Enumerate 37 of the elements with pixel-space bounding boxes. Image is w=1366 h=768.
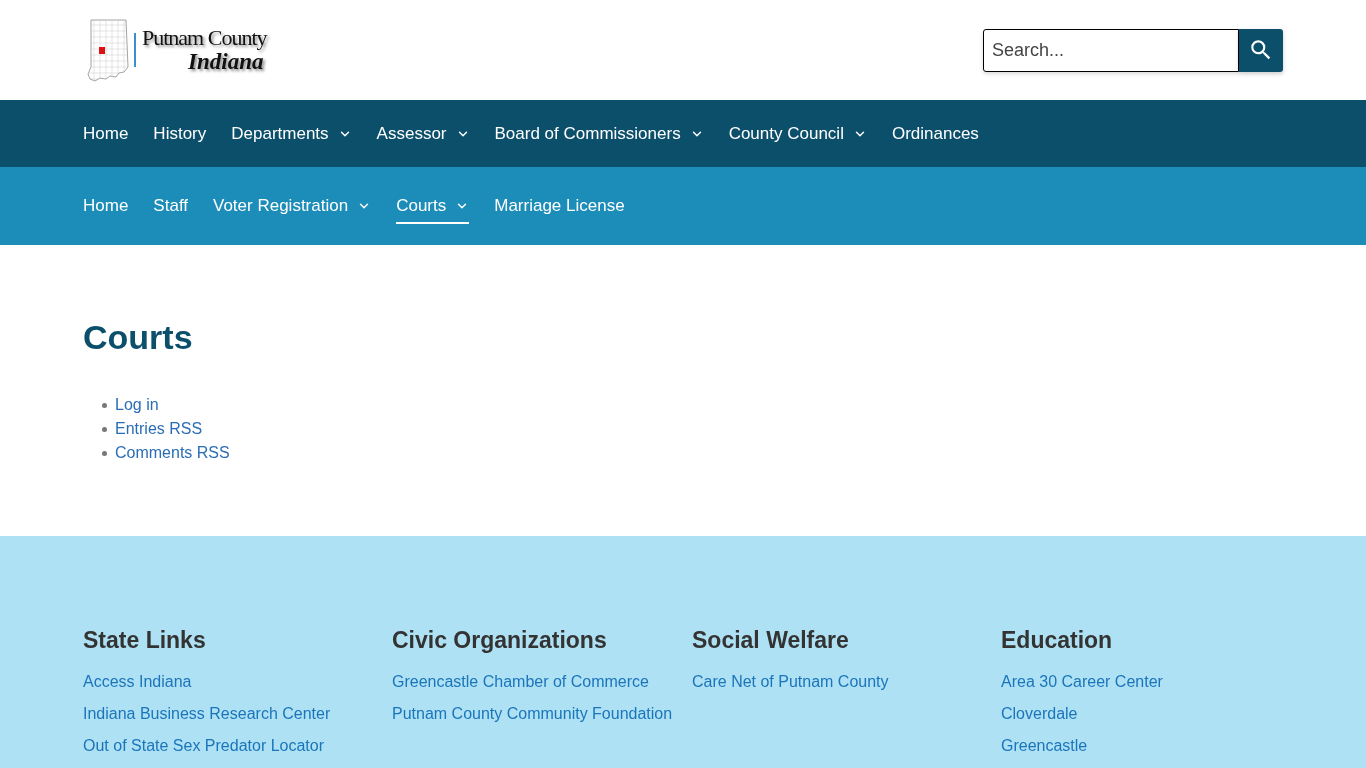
- nav-link[interactable]: History: [153, 115, 207, 152]
- footer-link[interactable]: Access Indiana: [83, 670, 192, 694]
- footer-link[interactable]: Greencastle Chamber of Commerce: [392, 670, 649, 694]
- nav-link[interactable]: Voter Registration: [213, 188, 372, 224]
- page-title: Courts: [83, 317, 193, 357]
- footer-heading: Social Welfare: [692, 626, 849, 655]
- footer-link[interactable]: Cloverdale: [1001, 702, 1078, 726]
- nav-link[interactable]: Ordinances: [891, 115, 979, 152]
- state-map-icon: [86, 17, 130, 83]
- nav-link[interactable]: County Council: [728, 115, 867, 152]
- meta-link[interactable]: Entries RSS: [115, 417, 203, 441]
- footer-link[interactable]: Care Net of Putnam County: [692, 670, 889, 694]
- footer-link[interactable]: Indiana Business Research Center: [83, 702, 331, 726]
- meta-link[interactable]: Comments RSS: [115, 441, 230, 465]
- bullet-icon: [102, 426, 107, 432]
- nav-link[interactable]: Board of Commissioners: [494, 115, 704, 152]
- logo-subtitle: Indiana: [188, 50, 264, 74]
- nav-link[interactable]: Home: [83, 115, 129, 152]
- nav-link[interactable]: Home: [83, 188, 129, 224]
- nav-link[interactable]: Marriage License: [494, 188, 625, 224]
- footer-link[interactable]: Area 30 Career Center: [1001, 670, 1163, 694]
- footer-heading: Civic Organizations: [392, 626, 607, 655]
- footer-link[interactable]: Greencastle: [1001, 734, 1088, 758]
- footer-heading: State Links: [83, 626, 206, 655]
- nav-link[interactable]: Assessor: [376, 115, 470, 152]
- nav-link[interactable]: Courts: [396, 188, 470, 224]
- bullet-icon: [102, 402, 107, 408]
- logo-title: Putnam County: [142, 26, 267, 50]
- meta-link[interactable]: Log in: [115, 393, 159, 417]
- nav-link[interactable]: Departments: [231, 115, 352, 152]
- footer-heading: Education: [1001, 626, 1113, 655]
- bullet-icon: [102, 450, 107, 456]
- search-button[interactable]: [1239, 28, 1283, 72]
- footer-link[interactable]: Out of State Sex Predator Locator: [83, 734, 325, 758]
- search-field[interactable]: Search...: [983, 28, 1239, 72]
- nav-link[interactable]: Staff: [153, 188, 188, 224]
- footer-link[interactable]: Putnam County Community Foundation: [392, 702, 673, 726]
